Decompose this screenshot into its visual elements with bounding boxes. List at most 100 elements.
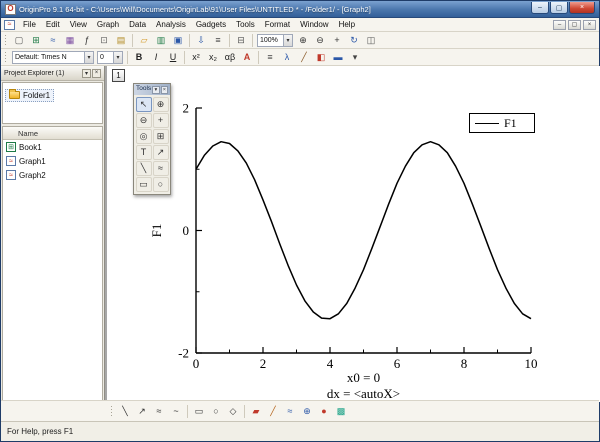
ellipse-tool[interactable]: ○: [152, 177, 169, 192]
child-minimize-button[interactable]: –: [553, 19, 566, 30]
bold-icon: B: [135, 51, 143, 62]
superscript-button[interactable]: x²: [188, 50, 204, 65]
new-layout-button[interactable]: ⊡: [96, 33, 112, 48]
zoom-out-button[interactable]: ⊖: [312, 33, 328, 48]
menu-format[interactable]: Format: [260, 18, 295, 32]
zoom-in-button[interactable]: ⊕: [295, 33, 311, 48]
folder-item-folder1[interactable]: Folder1: [5, 88, 55, 102]
arrow-tool[interactable]: ↗: [152, 145, 169, 160]
maximize-button[interactable]: ▢: [550, 2, 568, 14]
underline-button[interactable]: U: [165, 50, 181, 65]
import-ascii-button[interactable]: ≡: [210, 33, 226, 48]
text-tool[interactable]: T: [135, 145, 152, 160]
close-button[interactable]: ×: [569, 2, 595, 14]
compass-tool-button[interactable]: ⊕: [299, 404, 315, 419]
menu-view[interactable]: View: [65, 18, 92, 32]
line-color-button[interactable]: ▬: [330, 50, 346, 65]
toolbar-grip[interactable]: [4, 33, 8, 47]
pointer-tool[interactable]: ↖: [135, 97, 152, 112]
zoom-combo[interactable]: 100% ▾: [257, 33, 293, 47]
duplicate-window-button[interactable]: ◫: [363, 33, 379, 48]
bold-button[interactable]: B: [131, 50, 147, 65]
screen-reader-tool[interactable]: +: [152, 113, 169, 128]
open-button[interactable]: ▱: [136, 33, 152, 48]
tools-close-button[interactable]: ×: [160, 85, 168, 94]
menu-file[interactable]: File: [18, 18, 41, 32]
chevron-down-icon[interactable]: ▾: [113, 51, 122, 63]
curve-tool[interactable]: ≈: [152, 161, 169, 176]
align-left-button[interactable]: ≡: [262, 50, 278, 65]
curve-tool-button[interactable]: ≈: [151, 404, 167, 419]
toolbar-grip[interactable]: [110, 404, 114, 418]
new-workbook-button[interactable]: ⊞: [28, 33, 44, 48]
menu-gadgets[interactable]: Gadgets: [191, 18, 231, 32]
menu-analysis[interactable]: Analysis: [151, 18, 191, 32]
subscript-button[interactable]: x₂: [205, 50, 221, 65]
chevron-down-icon[interactable]: ▾: [283, 34, 292, 46]
greek-button[interactable]: αβ: [222, 50, 238, 65]
marker-tool-button[interactable]: ▰: [248, 404, 264, 419]
line-tool[interactable]: ╲: [135, 161, 152, 176]
refresh-button[interactable]: ↻: [346, 33, 362, 48]
explorer-item-graph2[interactable]: ≈ Graph2: [3, 168, 102, 182]
title-bar[interactable]: O OriginPro 9.1 64-bit - C:\Users\Will\D…: [1, 1, 599, 18]
draw-button[interactable]: ╱: [296, 50, 312, 65]
menu-help[interactable]: Help: [334, 18, 360, 32]
menu-tools[interactable]: Tools: [231, 18, 260, 32]
child-window-icon[interactable]: ≈: [4, 19, 15, 30]
font-size-combo[interactable]: 0 ▾: [97, 50, 123, 64]
save-project-button[interactable]: ▣: [170, 33, 186, 48]
name-column-header[interactable]: Name: [3, 127, 102, 140]
color-ball-button[interactable]: ●: [316, 404, 332, 419]
import-wizard-button[interactable]: ⇩: [193, 33, 209, 48]
zoom-in-tool[interactable]: ⊕: [152, 97, 169, 112]
font-color-button[interactable]: A: [239, 50, 255, 65]
new-project-button[interactable]: ▢: [11, 33, 27, 48]
line-tool-button[interactable]: ╲: [117, 404, 133, 419]
zoom-out-tool[interactable]: ⊖: [135, 113, 152, 128]
freehand-tool-button[interactable]: ~: [168, 404, 184, 419]
data-reader-tool[interactable]: ◎: [135, 129, 152, 144]
child-close-button[interactable]: ×: [583, 19, 596, 30]
layer-1-button[interactable]: 1: [112, 69, 125, 82]
fill-color-button[interactable]: ◧: [313, 50, 329, 65]
graph-legend[interactable]: F1: [469, 113, 535, 133]
pencil-tool-button[interactable]: ╱: [265, 404, 281, 419]
tools-palette-titlebar[interactable]: Tools ▾ ×: [134, 84, 170, 95]
menu-edit[interactable]: Edit: [41, 18, 65, 32]
chevron-down-icon[interactable]: ▾: [84, 51, 93, 63]
lambda-button[interactable]: λ: [279, 50, 295, 65]
child-restore-button[interactable]: ▢: [568, 19, 581, 30]
explorer-item-book1[interactable]: ⊞ Book1: [3, 140, 102, 154]
print-button[interactable]: ⊟: [233, 33, 249, 48]
graph-page[interactable]: 0 2 4 6 8 10 2 0 -2 F1 x0 = 0 dx = <autoX> 1 F1 Too…: [107, 66, 600, 402]
project-explorer-header[interactable]: Project Explorer (1) ▾ ×: [1, 66, 104, 81]
selector-tool[interactable]: ⊞: [152, 129, 169, 144]
rectangle-tool[interactable]: ▭: [135, 177, 152, 192]
panel-menu-button[interactable]: ▾: [82, 68, 91, 78]
color-grid-button[interactable]: ▩: [333, 404, 349, 419]
rescale-button[interactable]: +: [329, 33, 345, 48]
new-notes-button[interactable]: ▤: [113, 33, 129, 48]
menu-graph[interactable]: Graph: [92, 18, 124, 32]
menu-window-controls: – ▢ ×: [553, 19, 596, 30]
style-combo[interactable]: Default: Times N ▾: [12, 50, 94, 64]
toolbar-grip[interactable]: [4, 50, 8, 64]
italic-button[interactable]: I: [148, 50, 164, 65]
new-graph-button[interactable]: ≈: [45, 33, 61, 48]
menu-window[interactable]: Window: [295, 18, 333, 32]
panel-close-button[interactable]: ×: [92, 68, 101, 78]
new-function-button[interactable]: ƒ: [79, 33, 95, 48]
menu-data[interactable]: Data: [124, 18, 151, 32]
tools-menu-button[interactable]: ▾: [152, 85, 160, 94]
arrow-tool-button[interactable]: ↗: [134, 404, 150, 419]
polygon-tool-button[interactable]: ◇: [225, 404, 241, 419]
explorer-item-graph1[interactable]: ≈ Graph1: [3, 154, 102, 168]
minimize-button[interactable]: –: [531, 2, 549, 14]
ellipse-tool-button[interactable]: ○: [208, 404, 224, 419]
open-excel-button[interactable]: ▥: [153, 33, 169, 48]
new-matrix-button[interactable]: ▦: [62, 33, 78, 48]
more-options-button[interactable]: ▾: [347, 50, 363, 65]
spline-tool-button[interactable]: ≈: [282, 404, 298, 419]
rectangle-tool-button[interactable]: ▭: [191, 404, 207, 419]
